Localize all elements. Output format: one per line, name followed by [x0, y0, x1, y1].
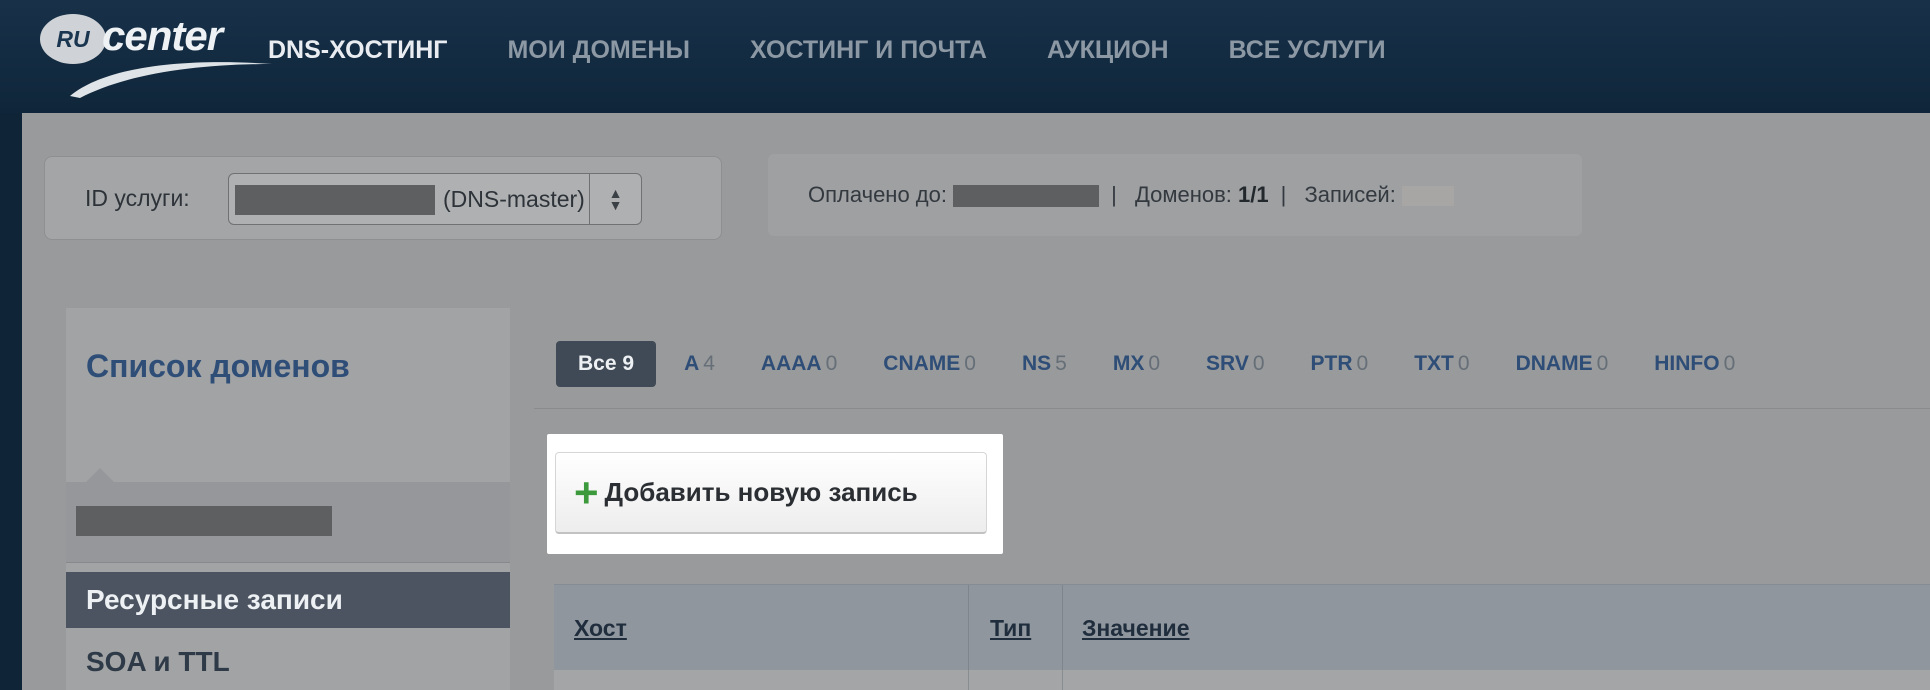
nav-hosting-mail[interactable]: ХОСТИНГ И ПОЧТА [750, 30, 987, 70]
column-divider [1062, 585, 1063, 671]
filter-all-count: 9 [622, 352, 635, 375]
top-navigation-bar: RU center DNS-ХОСТИНГ МОИ ДОМЕНЫ ХОСТИНГ… [0, 0, 1930, 113]
service-id-suffix: (DNS-master) [443, 186, 585, 212]
table-row [554, 670, 1930, 690]
menu-resource-records[interactable]: Ресурсные записи [66, 572, 510, 628]
filter-name: A [684, 352, 700, 375]
add-record-highlight: + Добавить новую запись [547, 434, 1003, 554]
filter-count: 0 [1148, 352, 1161, 375]
nav-my-domains[interactable]: МОИ ДОМЕНЫ [507, 30, 689, 70]
pointer-caret-icon [86, 468, 114, 482]
records-label: Записей: [1304, 182, 1396, 207]
filters-divider [534, 408, 1930, 409]
filter-hinfo[interactable]: HINFO 0 [1654, 352, 1735, 376]
nav-all-services[interactable]: ВСЕ УСЛУГИ [1229, 30, 1386, 70]
filter-mx[interactable]: MX 0 [1113, 352, 1160, 376]
filter-name: NS [1021, 352, 1052, 375]
column-type[interactable]: Тип [990, 585, 1031, 671]
add-record-label: Добавить новую запись [604, 477, 918, 507]
service-id-label: ID услуги: [85, 185, 190, 211]
filter-srv[interactable]: SRV 0 [1206, 352, 1265, 376]
filter-name: SRV [1206, 352, 1249, 375]
logo-word: center [102, 12, 223, 59]
service-id-panel: ID услуги: (DNS-master) ▲ ▼ [44, 156, 722, 240]
records-table-header: Хост Тип Значение [554, 584, 1930, 671]
filter-name: PTR [1310, 352, 1353, 375]
domains-label: Доменов: [1134, 182, 1232, 207]
separator: | [1280, 182, 1287, 207]
paid-until-label: Оплачено до: [808, 182, 947, 207]
column-divider [968, 585, 969, 671]
filter-name: DNAME [1515, 352, 1593, 375]
filter-name: HINFO [1654, 352, 1720, 375]
redacted-records-count [1401, 186, 1454, 207]
logo-swoosh-icon [70, 62, 272, 98]
filter-count: 0 [1723, 352, 1736, 375]
domain-list-title[interactable]: Список доменов [86, 348, 350, 385]
filter-aaaa[interactable]: AAAA 0 [761, 352, 837, 376]
domain-sidebar: Список доменов Ресурсные записи SOA и TT… [66, 308, 510, 690]
plus-icon: + [574, 468, 599, 516]
filter-name: TXT [1414, 352, 1454, 375]
separator: | [1111, 182, 1117, 207]
filter-name: MX [1112, 352, 1145, 375]
redacted-service-id [235, 185, 435, 215]
filter-count: 0 [1596, 352, 1609, 375]
filter-ns[interactable]: NS 5 [1022, 352, 1067, 376]
filter-count: 0 [964, 352, 976, 375]
nav-dns-hosting[interactable]: DNS-ХОСТИНГ [268, 30, 447, 70]
row-divider [1062, 670, 1063, 690]
redacted-domain-name [76, 506, 332, 536]
domains-count: 1/1 [1238, 182, 1269, 207]
service-info-panel: Оплачено до: | Доменов: 1/1 | Записей: [768, 154, 1582, 236]
column-host[interactable]: Хост [574, 585, 627, 671]
select-arrows-icon[interactable]: ▲ ▼ [589, 174, 641, 224]
filter-all-name: Все [578, 352, 617, 375]
filter-name: CNAME [883, 352, 961, 375]
filter-count: 0 [1252, 352, 1265, 375]
add-new-record-button[interactable]: + Добавить новую запись [555, 452, 987, 534]
menu-soa-ttl[interactable]: SOA и TTL [86, 646, 230, 678]
redacted-paid-date [953, 185, 1100, 208]
service-id-select[interactable]: (DNS-master) ▲ ▼ [228, 173, 642, 225]
service-info-line: Оплачено до: | Доменов: 1/1 | Записей: [808, 154, 1454, 236]
filter-count: 0 [1457, 352, 1470, 375]
filter-cname[interactable]: CNAME 0 [883, 352, 976, 376]
row-divider [968, 670, 969, 690]
filter-count: 5 [1055, 352, 1067, 375]
nav-auction[interactable]: АУКЦИОН [1047, 30, 1169, 70]
record-type-filters: Все 9 A4 AAAA 0 CNAME 0 NS 5 MX 0 SRV 0 PTR 0 … [556, 340, 1781, 388]
main-nav: DNS-ХОСТИНГ МОИ ДОМЕНЫ ХОСТИНГ И ПОЧТА А… [268, 30, 1446, 70]
selected-domain-item[interactable] [66, 482, 510, 563]
filter-count: 0 [1356, 352, 1369, 375]
filter-ptr[interactable]: PTR 0 [1311, 352, 1369, 376]
filter-count: 0 [825, 352, 838, 375]
filter-dname[interactable]: DNAME 0 [1516, 352, 1609, 376]
filter-txt[interactable]: TXT 0 [1414, 352, 1469, 376]
filter-a[interactable]: A4 [684, 352, 715, 376]
filter-all[interactable]: Все 9 [556, 341, 657, 387]
column-value[interactable]: Значение [1082, 585, 1190, 671]
filter-count: 4 [703, 352, 715, 375]
ru-center-logo[interactable]: RU center [40, 10, 272, 98]
filter-name: AAAA [760, 352, 822, 375]
